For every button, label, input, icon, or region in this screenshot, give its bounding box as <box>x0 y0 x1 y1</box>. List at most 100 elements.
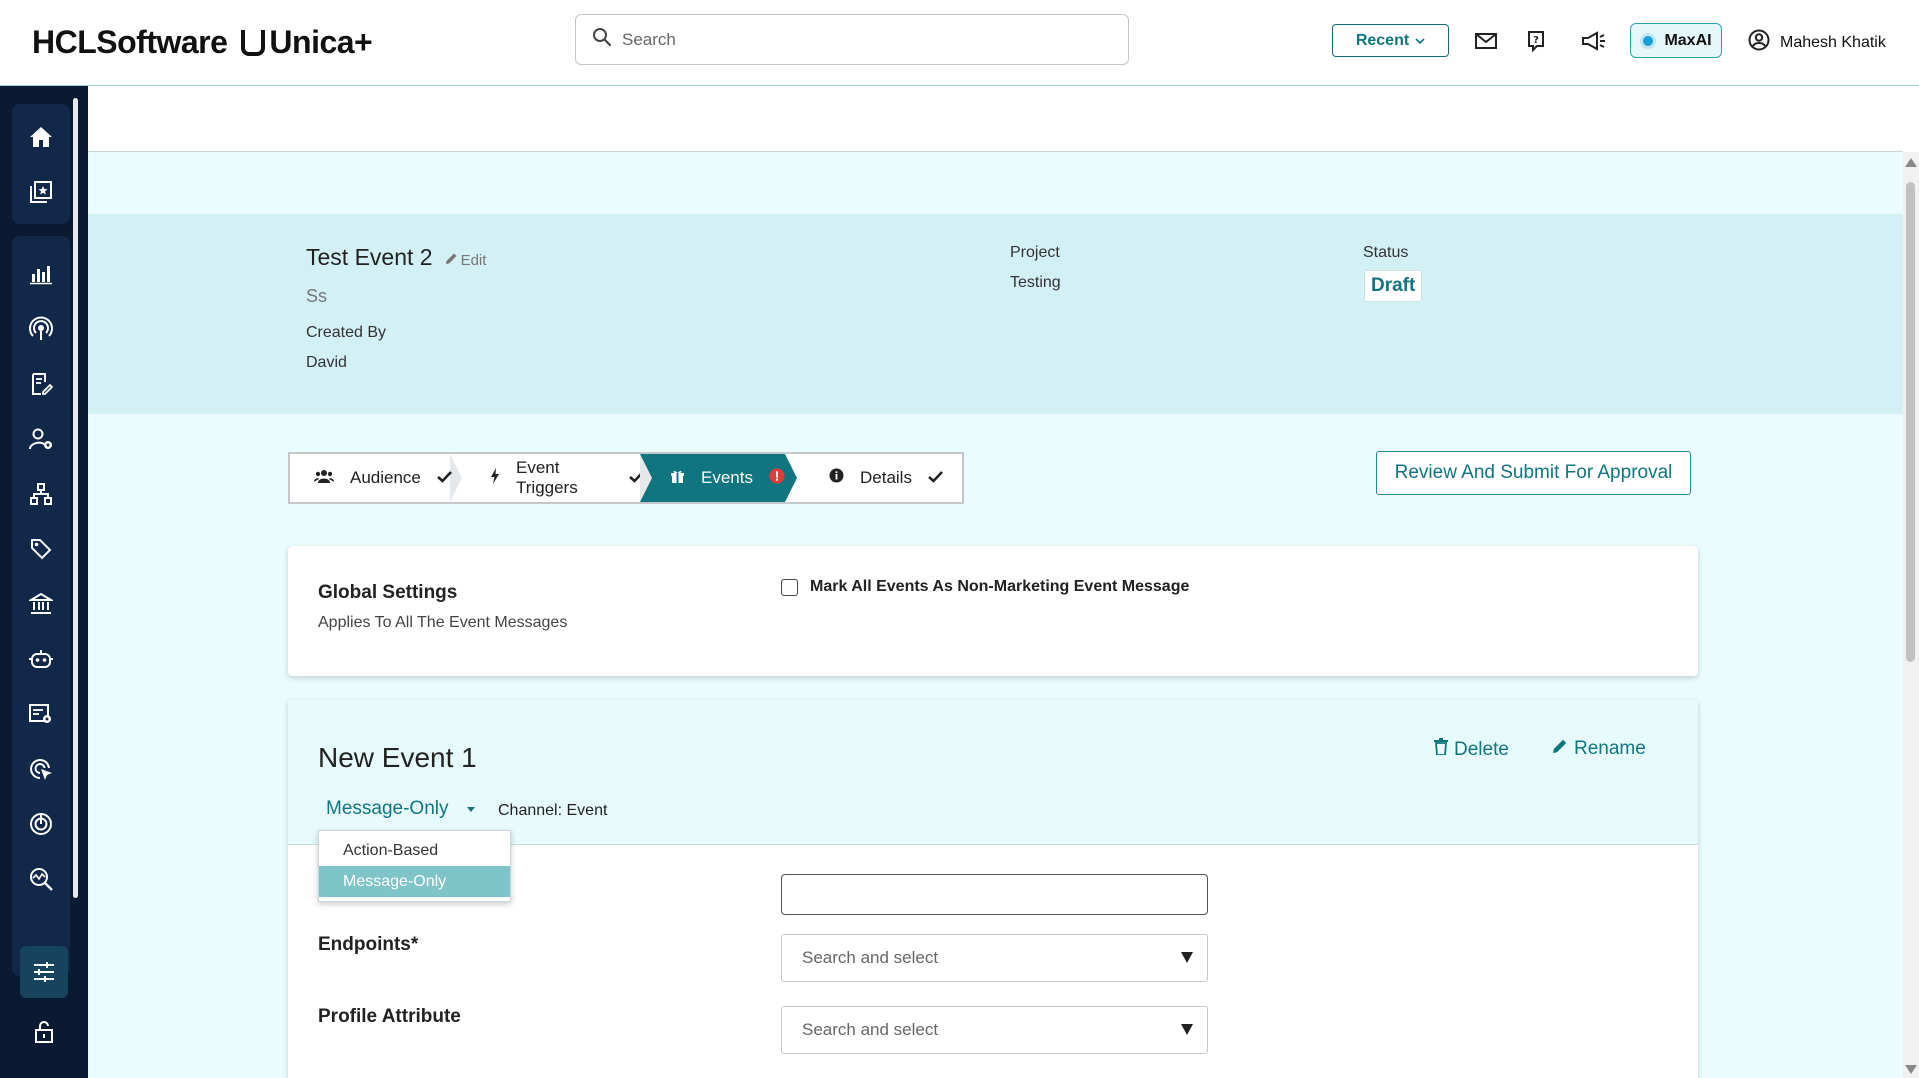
user-menu[interactable]: Mahesh Khatik <box>1748 29 1886 56</box>
scroll-up-icon[interactable] <box>1905 158 1917 167</box>
step-label: Details <box>860 468 912 487</box>
rename-label: Rename <box>1574 738 1646 759</box>
event-info-band: Test Event 2 Edit Ss Created By David Pr… <box>88 214 1903 414</box>
global-settings-subtitle: Applies To All The Event Messages <box>318 614 568 631</box>
step-events[interactable]: Events <box>640 454 785 502</box>
pencil-icon <box>1552 738 1574 760</box>
event-type-option-action-based[interactable]: Action-Based <box>319 835 510 866</box>
global-settings-card: Global Settings Applies To All The Event… <box>288 546 1698 676</box>
check-icon <box>429 468 460 488</box>
radar-icon[interactable] <box>12 796 70 851</box>
scroll-down-icon[interactable] <box>1905 1065 1917 1074</box>
project-value: Testing <box>1010 274 1061 291</box>
insights-search-icon[interactable] <box>12 851 70 906</box>
non-marketing-checkbox[interactable] <box>781 578 798 596</box>
event-name: New Event 1 <box>318 742 477 773</box>
maxai-icon <box>1640 32 1657 49</box>
event-text-input[interactable] <box>781 874 1208 915</box>
dropdown-arrow-icon <box>1181 952 1193 963</box>
event-type-select[interactable]: Message-Only <box>326 798 475 820</box>
event-title: Test Event 2 <box>306 244 433 270</box>
users-icon <box>306 468 342 489</box>
maxai-button[interactable]: MaxAI <box>1630 23 1722 58</box>
status-label: Status <box>1363 244 1409 261</box>
profile-attribute-label: Profile Attribute <box>318 1006 461 1027</box>
chevron-down-icon <box>1415 32 1425 50</box>
event-type-value: Message-Only <box>326 798 449 819</box>
preferences-icon[interactable] <box>20 946 68 998</box>
step-event-triggers[interactable]: Event Triggers <box>462 454 652 502</box>
step-details[interactable]: Details <box>797 454 947 502</box>
help-icon[interactable]: ? <box>1523 28 1549 54</box>
scrollbar-thumb[interactable] <box>1906 182 1915 662</box>
non-marketing-label: Mark All Events As Non-Marketing Event M… <box>810 578 1190 595</box>
brand-logo[interactable]: HCLSoftware Unica+ <box>32 24 373 61</box>
endpoints-placeholder: Search and select <box>802 948 939 967</box>
non-marketing-checkbox-row[interactable]: Mark All Events As Non-Marketing Event M… <box>781 578 1189 596</box>
created-by-label: Created By <box>306 324 387 341</box>
bolt-icon <box>482 467 508 489</box>
review-submit-button[interactable]: Review And Submit For Approval <box>1376 451 1691 495</box>
profile-attribute-select[interactable]: Search and select <box>781 1006 1208 1054</box>
profile-attribute-placeholder: Search and select <box>802 1020 939 1039</box>
analytics-icon[interactable] <box>12 246 70 301</box>
user-name: Mahesh Khatik <box>1780 33 1886 51</box>
info-icon <box>821 468 852 488</box>
hierarchy-icon[interactable] <box>12 466 70 521</box>
assets-icon[interactable] <box>12 164 70 219</box>
pencil-icon <box>445 252 458 269</box>
recent-label: Recent <box>1355 31 1410 49</box>
unlock-icon[interactable] <box>20 1006 68 1058</box>
error-icon <box>761 468 793 489</box>
search-icon <box>592 27 612 52</box>
step-label: Audience <box>350 468 421 487</box>
svg-text:?: ? <box>1533 35 1539 46</box>
trash-icon <box>1434 738 1454 761</box>
endpoints-label: Endpoints* <box>318 934 419 955</box>
user-settings-icon[interactable] <box>12 411 70 466</box>
bank-icon[interactable] <box>12 576 70 631</box>
brand-name: HCLSoftware <box>32 24 228 60</box>
search-input[interactable] <box>622 29 1102 50</box>
channel-label: Channel: Event <box>498 802 608 819</box>
delete-label: Delete <box>1454 738 1509 760</box>
offer-settings-icon[interactable] <box>12 686 70 741</box>
top-header: HCLSoftware Unica+ Recent ? MaxAI Mahesh… <box>0 0 1919 86</box>
megaphone-icon[interactable] <box>1580 28 1606 54</box>
product-name: Unica+ <box>269 24 373 60</box>
event-type-option-message-only[interactable]: Message-Only <box>319 866 510 897</box>
edit-label: Edit <box>460 252 487 269</box>
home-icon[interactable] <box>12 109 70 164</box>
endpoints-select[interactable]: Search and select <box>781 934 1208 982</box>
bot-icon[interactable] <box>12 631 70 686</box>
step-label: Events <box>701 468 753 487</box>
edit-title-link[interactable]: Edit <box>445 252 487 269</box>
event-card: New Event 1 Delete Rename Message-Only C… <box>288 700 1698 1078</box>
rename-event-button[interactable]: Rename <box>1552 738 1646 760</box>
sidebar-scrollbar[interactable] <box>73 98 78 898</box>
page-scrollbar[interactable] <box>1903 152 1919 1078</box>
delete-event-button[interactable]: Delete <box>1434 738 1509 761</box>
status-badge: Draft <box>1364 270 1423 302</box>
recent-button[interactable]: Recent <box>1332 24 1449 57</box>
step-label: Event Triggers <box>516 458 578 497</box>
event-card-header: New Event 1 Delete Rename Message-Only C… <box>288 700 1698 845</box>
target-click-icon[interactable] <box>12 741 70 796</box>
caret-down-icon <box>466 806 475 812</box>
form-edit-icon[interactable] <box>12 356 70 411</box>
mail-icon[interactable] <box>1473 28 1499 54</box>
event-description: Ss <box>306 286 328 306</box>
global-search[interactable] <box>575 14 1129 65</box>
step-audience[interactable]: Audience <box>290 454 452 502</box>
step-separator <box>640 454 652 502</box>
tag-icon[interactable] <box>12 521 70 576</box>
maxai-label: MaxAI <box>1664 31 1712 49</box>
dropdown-arrow-icon <box>1181 1024 1193 1035</box>
sub-header-strip <box>88 86 1903 152</box>
event-type-dropdown: Action-Based Message-Only <box>318 830 511 902</box>
broadcast-icon[interactable] <box>12 301 70 356</box>
sidebar-group-top <box>12 104 70 224</box>
gift-icon <box>662 468 693 488</box>
event-title-row: Test Event 2 Edit <box>306 244 486 271</box>
global-settings-title: Global Settings <box>318 582 458 603</box>
